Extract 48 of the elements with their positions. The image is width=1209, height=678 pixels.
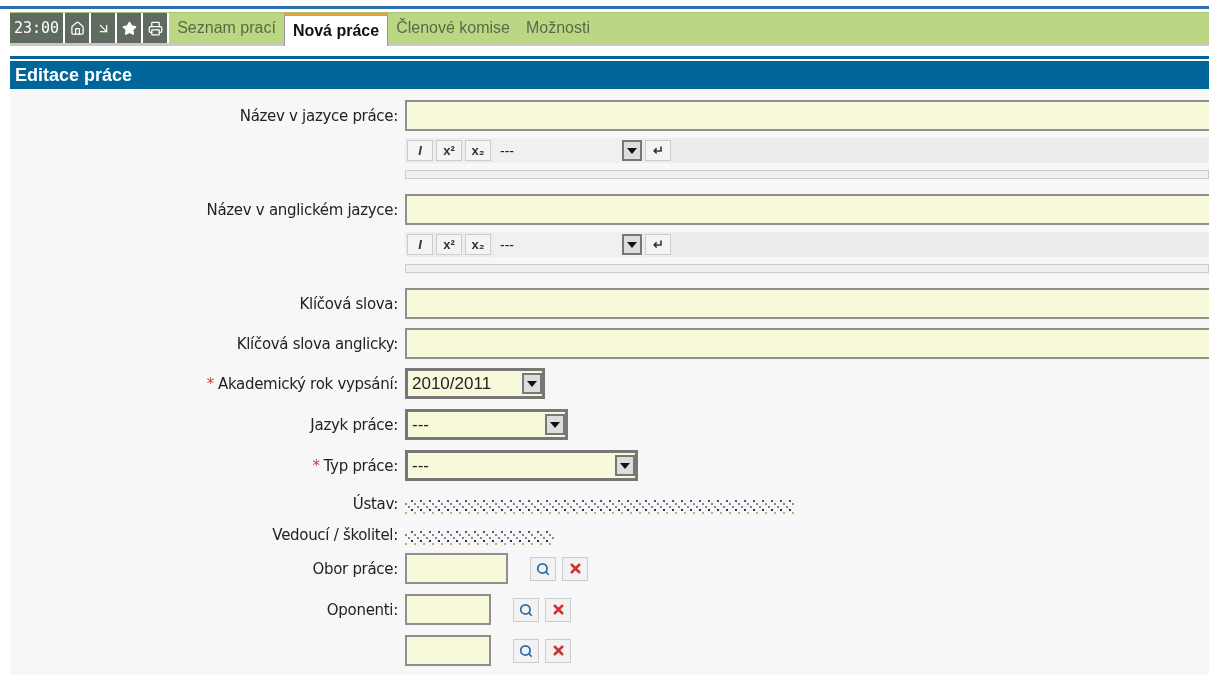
printer-icon[interactable]	[143, 13, 170, 43]
tab[interactable]: Možnosti	[517, 13, 598, 43]
time-display: 23:00	[10, 13, 66, 43]
tab[interactable]: Seznam prací	[169, 13, 284, 43]
field-label: Jazyk práce:	[310, 415, 398, 434]
search-button[interactable]	[530, 556, 556, 581]
select-field[interactable]: ---	[405, 450, 638, 481]
text-field[interactable]	[405, 288, 1209, 319]
field-label: Obor práce:	[312, 559, 398, 578]
field-label: Typ práce:	[323, 456, 398, 475]
field-label: Název v anglickém jazyce:	[206, 200, 398, 219]
field-label: Klíčová slova:	[299, 294, 398, 313]
select-field[interactable]: ---	[405, 409, 568, 440]
field-label: Vedoucí / školitel:	[272, 526, 398, 544]
format-button[interactable]: x₂	[465, 234, 491, 255]
enter-button[interactable]: ↵	[645, 234, 671, 255]
text-field[interactable]	[405, 100, 1209, 131]
field-label: Oponenti:	[326, 600, 398, 619]
field-label: Název v jazyce práce:	[239, 106, 398, 125]
lookup-field[interactable]	[405, 553, 508, 584]
tab[interactable]: Nová práce	[283, 13, 389, 46]
search-button[interactable]	[513, 638, 539, 663]
enter-button[interactable]: ↵	[645, 140, 671, 161]
format-button[interactable]: I	[407, 234, 433, 255]
format-button[interactable]: x₂	[465, 140, 491, 161]
field-label: Ústav:	[352, 495, 398, 513]
delete-button[interactable]	[545, 638, 571, 663]
search-icon	[536, 561, 550, 576]
tab[interactable]: Členové komise	[388, 13, 518, 43]
delete-button[interactable]	[562, 556, 588, 581]
home-icon[interactable]	[65, 13, 92, 43]
search-button[interactable]	[513, 597, 539, 622]
delete-button[interactable]	[545, 597, 571, 622]
format-button[interactable]: x²	[436, 140, 462, 161]
text-field[interactable]	[405, 328, 1209, 359]
lookup-field[interactable]	[405, 635, 491, 666]
field-label: Klíčová slova anglicky:	[236, 334, 398, 353]
text-field[interactable]	[405, 194, 1209, 225]
format-button[interactable]: I	[407, 140, 433, 161]
format-button[interactable]: x²	[436, 234, 462, 255]
lookup-field[interactable]	[405, 594, 491, 625]
search-icon	[519, 643, 533, 658]
select-field[interactable]: 2010/2011	[405, 368, 545, 399]
required-mark: *	[312, 456, 320, 475]
field-label: Akademický rok vypsání:	[217, 374, 398, 393]
section-header: Editace práce	[10, 61, 1209, 89]
search-icon	[519, 602, 533, 617]
required-mark: *	[206, 374, 214, 393]
